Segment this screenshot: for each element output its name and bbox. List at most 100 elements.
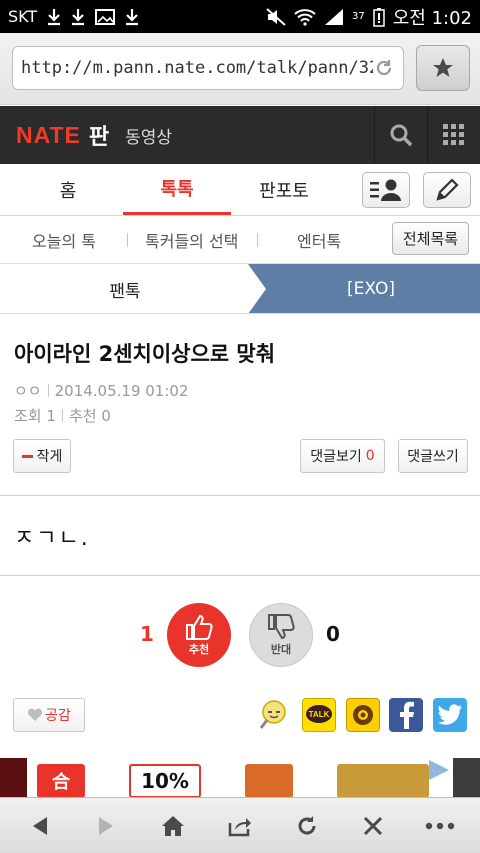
browser-toolbar — [0, 797, 480, 853]
ad-edge — [0, 758, 27, 798]
bookmark-button[interactable] — [416, 45, 470, 91]
post-date: 2014.05.19 01:02 — [54, 381, 189, 400]
post-title: 아이라인 2센치이상으로 맞춰 — [14, 342, 276, 366]
carrier-label: SKT — [8, 7, 38, 26]
heart-icon — [28, 708, 43, 721]
nate-logo[interactable]: NATE — [16, 122, 81, 149]
signal-icon — [324, 8, 344, 26]
home-icon — [162, 816, 184, 836]
post-author: ㅇㅇ — [14, 382, 42, 400]
forward-button[interactable] — [82, 806, 130, 846]
tab-pann-photo[interactable]: 판포토 — [232, 164, 336, 215]
divider — [0, 575, 480, 576]
share-icon — [228, 818, 251, 837]
url-text[interactable]: http://m.pann.nate.com/talk/pann/3226 — [21, 58, 373, 78]
subnav-today-talk[interactable]: 오늘의 톡 — [32, 216, 96, 263]
tab-home[interactable]: 홈 — [14, 164, 122, 215]
clock: 오전 1:02 — [392, 7, 472, 29]
pencil-icon — [436, 178, 459, 201]
forward-icon — [99, 817, 113, 835]
back-button[interactable] — [16, 806, 64, 846]
subnav-divider — [257, 233, 258, 247]
refresh-button[interactable] — [283, 806, 331, 846]
write-comment-button[interactable]: 댓글쓰기 — [398, 439, 468, 473]
main-tabs: 홈 톡톡 판포토 — [0, 164, 480, 216]
ad-play-icon — [429, 760, 449, 780]
twitter-icon — [438, 704, 462, 725]
facebook-icon — [400, 701, 414, 729]
ad-product-image — [245, 764, 293, 798]
font-smaller-label: 작게 — [36, 449, 63, 465]
divider — [0, 495, 480, 496]
empathy-label: 공감 — [45, 708, 71, 724]
image-icon — [95, 8, 116, 25]
wifi-icon — [294, 8, 316, 26]
share-button[interactable] — [216, 806, 264, 846]
font-smaller-button[interactable]: 작게 — [13, 439, 71, 473]
home-button[interactable] — [149, 806, 197, 846]
subnav-divider — [127, 233, 128, 247]
user-list-icon — [370, 179, 401, 201]
share-facebook-button[interactable] — [389, 698, 423, 732]
url-field[interactable]: http://m.pann.nate.com/talk/pann/3226 — [12, 46, 404, 90]
share-twitter-button[interactable] — [433, 698, 467, 732]
search-icon — [390, 124, 413, 147]
ad-product-image — [337, 764, 429, 798]
star-icon — [433, 58, 453, 77]
share-kakaostory-button[interactable] — [346, 698, 380, 732]
post-meta: ㅇㅇ 2014.05.19 01:02 — [14, 380, 189, 401]
pann-logo[interactable]: 판 — [89, 119, 109, 151]
breadcrumb-fantalk[interactable]: 팬톡 — [0, 264, 250, 314]
meta-divider — [47, 384, 49, 397]
subnav-enter-talk[interactable]: 엔터톡 — [297, 216, 341, 263]
ad-logo: 合 — [37, 764, 85, 798]
minus-icon — [21, 454, 33, 458]
grid-menu-icon — [443, 124, 464, 145]
ad-edge — [453, 758, 480, 798]
reload-icon[interactable] — [373, 57, 395, 79]
more-icon — [425, 822, 455, 830]
all-list-button[interactable]: 전체목록 — [392, 222, 469, 255]
download-icon — [47, 8, 61, 26]
downvote-count: 0 — [326, 622, 340, 646]
more-button[interactable] — [416, 806, 464, 846]
back-icon — [33, 817, 47, 835]
thumbs-down-icon — [268, 614, 295, 640]
thumbs-up-icon — [186, 614, 213, 640]
battery-percent: 37 — [352, 11, 365, 22]
breadcrumb: 팬톡 [EXO] — [0, 264, 480, 314]
downvote-button[interactable]: 반대 — [249, 603, 313, 667]
divider — [0, 313, 480, 314]
downvote-label: 반대 — [270, 643, 292, 656]
upvote-label: 추천 — [188, 643, 210, 656]
menu-button[interactable] — [427, 106, 480, 164]
upvote-button[interactable]: 추천 — [167, 603, 231, 667]
write-post-button[interactable] — [423, 172, 471, 208]
yozm-icon — [259, 700, 286, 729]
ad-content[interactable]: 合 10% — [27, 758, 453, 798]
upvote-count: 1 — [140, 622, 154, 646]
video-link[interactable]: 동영상 — [125, 123, 172, 148]
mute-icon — [266, 7, 286, 26]
kakaostory-icon — [353, 705, 373, 725]
download-icon — [71, 8, 85, 26]
views-count: 1 — [46, 407, 56, 425]
view-comments-button[interactable]: 댓글보기 0 — [300, 439, 385, 473]
site-header: NATE 판 동영상 — [0, 106, 480, 164]
ad-banner[interactable]: 合 10% — [0, 758, 480, 798]
close-button[interactable] — [349, 806, 397, 846]
status-bar: SKT 37 오전 1:02 — [0, 0, 480, 33]
ad-discount: 10% — [129, 764, 201, 798]
sub-navigation: 오늘의 톡 톡커들의 선택 엔터톡 전체목록 — [0, 216, 480, 264]
tab-talk[interactable]: 톡톡 — [123, 164, 231, 215]
subnav-talker-choice[interactable]: 톡커들의 선택 — [145, 216, 238, 263]
recommend-label: 추천 — [68, 407, 97, 425]
search-button[interactable] — [374, 106, 427, 164]
empathy-button[interactable]: 공감 — [13, 698, 85, 732]
share-yozm-button[interactable] — [257, 698, 291, 732]
battery-icon — [372, 7, 385, 27]
browser-address-bar: http://m.pann.nate.com/talk/pann/3226 — [0, 33, 480, 105]
my-page-button[interactable] — [362, 172, 410, 208]
breadcrumb-exo[interactable]: [EXO] — [248, 264, 480, 314]
share-kakaotalk-button[interactable]: TALK — [302, 698, 336, 732]
